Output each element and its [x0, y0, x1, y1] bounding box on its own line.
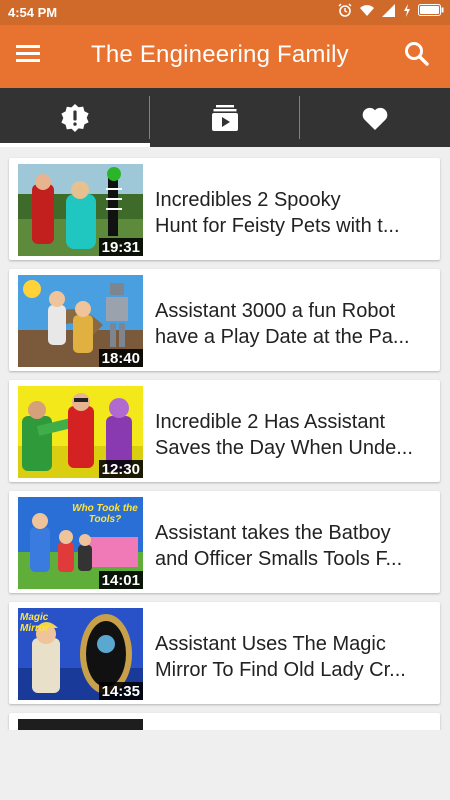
video-thumbnail[interactable]: Who Took the Tools? 14:01	[18, 497, 143, 589]
video-card[interactable]: Magic Mirror 14:35 Assistant Uses The Ma…	[9, 602, 440, 704]
search-icon	[405, 42, 429, 66]
video-title[interactable]: Assistant takes the Batboy and Officer S…	[155, 520, 435, 572]
heart-icon	[362, 107, 388, 130]
video-card[interactable]	[9, 713, 440, 730]
video-title[interactable]: Incredibles 2 Spooky Hunt for Feisty Pet…	[155, 187, 435, 239]
video-thumbnail[interactable]: Magic Mirror 14:35	[18, 608, 143, 700]
video-duration: 18:40	[98, 349, 143, 367]
video-list[interactable]: 19:31 Incredibles 2 Spooky Hunt for Feis…	[0, 147, 450, 730]
video-duration: 12:30	[98, 460, 143, 478]
signal-icon	[382, 3, 395, 17]
video-thumbnail[interactable]	[18, 719, 143, 730]
video-title-line: Assistant Uses The Magic	[155, 633, 386, 655]
video-title-line: Saves the Day When Unde...	[155, 437, 413, 459]
video-card[interactable]: Who Took the Tools? 14:01 Assistant take…	[9, 491, 440, 593]
tab-favorites[interactable]	[300, 88, 450, 147]
video-title-line: Assistant takes the Batboy	[155, 522, 391, 544]
video-title[interactable]: Assistant Uses The Magic Mirror To Find …	[155, 631, 435, 683]
charging-icon	[404, 3, 410, 17]
video-title-line: Incredible 2 Has Assistant	[155, 411, 386, 433]
video-duration: 14:35	[98, 682, 143, 700]
video-duration: 14:01	[98, 571, 143, 589]
video-title[interactable]: Incredible 2 Has Assistant Saves the Day…	[155, 409, 435, 461]
thumbnail-caption: Magic Mirror	[20, 612, 49, 634]
thumbnail-caption: Who Took the Tools?	[72, 503, 138, 525]
hamburger-icon	[16, 45, 40, 62]
battery-icon	[418, 4, 444, 16]
alarm-icon	[338, 3, 352, 17]
video-thumbnail[interactable]: 19:31	[18, 164, 143, 256]
search-button[interactable]	[404, 41, 434, 71]
status-time: 4:54 PM	[8, 5, 58, 20]
video-title-line: and Officer Smalls Tools F...	[155, 548, 403, 570]
app-bar: The Engineering Family	[0, 25, 450, 88]
app-title: The Engineering Family	[91, 41, 349, 68]
video-thumbnail[interactable]: 12:30	[18, 386, 143, 478]
wifi-icon	[360, 4, 374, 16]
thumbnail-image	[18, 719, 143, 730]
video-title-line: have a Play Date at the Pa...	[155, 326, 410, 348]
video-title-line: Assistant 3000 a fun Robot	[155, 300, 396, 322]
tab-bar	[0, 88, 450, 147]
tab-new[interactable]	[0, 88, 150, 147]
video-title-line: Mirror To Find Old Lady Cr...	[155, 659, 406, 681]
tab-subscriptions[interactable]	[150, 88, 300, 147]
alert-badge-icon	[61, 103, 89, 132]
menu-button[interactable]	[16, 43, 54, 71]
video-title[interactable]: Assistant 3000 a fun Robot have a Play D…	[155, 298, 435, 350]
video-title-line: Hunt for Feisty Pets with t...	[155, 215, 400, 237]
video-card[interactable]: 12:30 Incredible 2 Has Assistant Saves t…	[9, 380, 440, 482]
status-icons	[338, 3, 444, 17]
video-card[interactable]: 19:31 Incredibles 2 Spooky Hunt for Feis…	[9, 158, 440, 260]
subscriptions-icon	[212, 104, 238, 131]
video-card[interactable]: 18:40 Assistant 3000 a fun Robot have a …	[9, 269, 440, 371]
video-duration: 19:31	[98, 238, 143, 256]
video-title-line: Incredibles 2 Spooky	[155, 189, 341, 211]
video-thumbnail[interactable]: 18:40	[18, 275, 143, 367]
status-bar: 4:54 PM	[0, 0, 450, 25]
